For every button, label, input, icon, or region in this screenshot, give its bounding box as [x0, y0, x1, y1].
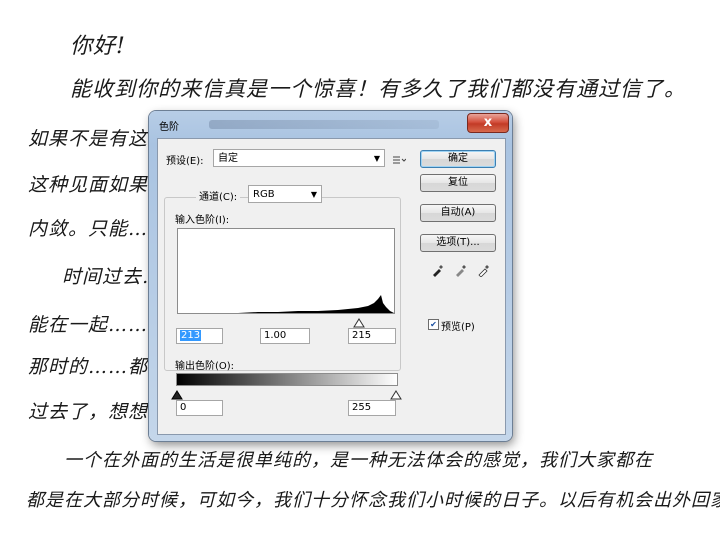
channel-value: RGB	[253, 189, 275, 200]
reset-button[interactable]: 复位	[420, 174, 496, 192]
letter-line: 能收到你的来信真是一个惊喜！有多久了我们都没有通过信了。	[70, 77, 686, 101]
input-gamma-value: 1.00	[264, 330, 287, 341]
input-black-value: 213	[180, 330, 202, 341]
input-levels-label: 输入色阶(I):	[175, 215, 230, 226]
ok-button[interactable]: 确定	[420, 150, 496, 168]
input-white-value: 215	[352, 330, 372, 341]
options-button[interactable]: 选项(T)...	[420, 234, 496, 252]
channel-label: 通道(C):	[196, 188, 241, 203]
dialog-titlebar[interactable]: 色阶 x	[149, 111, 512, 137]
histogram	[177, 228, 395, 314]
title-ghost-text	[209, 120, 439, 129]
close-button[interactable]: x	[467, 113, 509, 133]
black-eyedropper-icon[interactable]	[430, 263, 446, 279]
letter-line: 你好!	[70, 34, 126, 59]
output-black-value: 0	[180, 402, 187, 413]
check-icon: ✔	[430, 320, 437, 329]
dropdown-arrow-icon: ▼	[310, 190, 317, 199]
letter-line: 内敛。只能……	[28, 218, 169, 240]
preset-value: 自定	[218, 153, 238, 164]
dialog-title: 色阶	[159, 122, 179, 133]
dialog-body: 预设(E): 自定 ▼ 确定 复位 自动(A) 选项(T)... ✔ 预览(P)…	[157, 138, 506, 435]
preset-menu-icon[interactable]	[392, 151, 407, 164]
output-levels-label: 输出色阶(O):	[175, 361, 235, 372]
channel-select[interactable]: RGB ▼	[248, 185, 322, 203]
levels-dialog: 色阶 x 预设(E): 自定 ▼ 确定 复位 自动(A) 选项(T)... ✔ …	[149, 111, 512, 441]
preview-checkbox[interactable]: ✔	[428, 319, 439, 330]
preview-label: 预览(P)	[441, 322, 475, 333]
preset-select[interactable]: 自定 ▼	[213, 149, 385, 167]
output-black-field[interactable]: 0	[176, 400, 223, 416]
letter-line: 一个在外面的生活是很单纯的，是一种无法体会的感觉，我们大家都在	[64, 450, 653, 471]
input-white-field[interactable]: 215	[348, 328, 396, 344]
output-white-value: 255	[352, 402, 372, 413]
gray-eyedropper-icon[interactable]	[453, 263, 469, 279]
auto-button[interactable]: 自动(A)	[420, 204, 496, 222]
output-gradient-bar	[176, 373, 398, 386]
input-gamma-field[interactable]: 1.00	[260, 328, 310, 344]
output-white-field[interactable]: 255	[348, 400, 396, 416]
close-icon: x	[483, 115, 493, 130]
white-eyedropper-icon[interactable]	[476, 263, 492, 279]
letter-line: 都是在大部分时候，可如今，我们十分怀念我们小时候的日子。以后有机会出外回家	[26, 490, 720, 511]
dropdown-arrow-icon: ▼	[373, 154, 380, 163]
preset-label: 预设(E):	[166, 156, 204, 167]
input-black-field[interactable]: 213	[176, 328, 223, 344]
